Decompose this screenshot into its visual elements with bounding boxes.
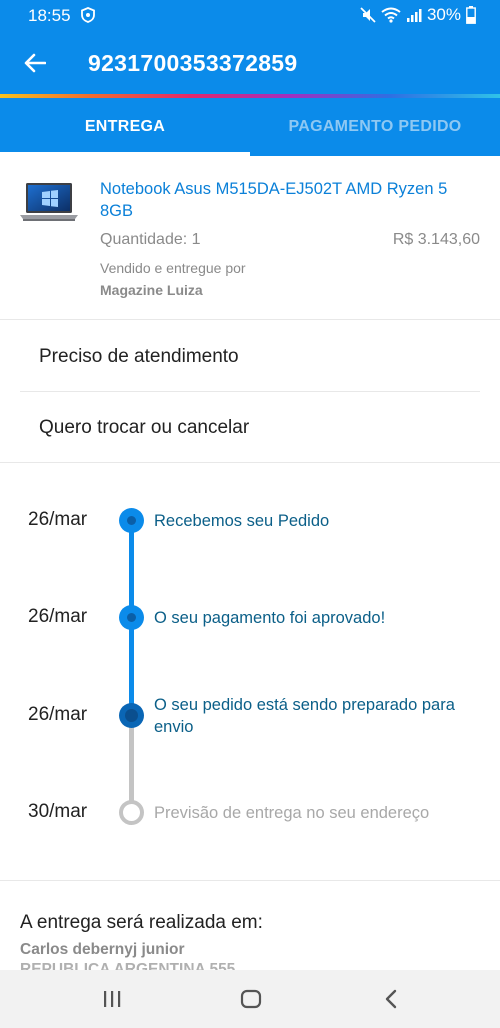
section-divider xyxy=(0,880,500,881)
back-icon xyxy=(385,989,397,1009)
app-bar: 9231700353372859 xyxy=(0,32,500,94)
product-name-link[interactable]: Notebook Asus M515DA-EJ502T AMD Ryzen 5 … xyxy=(100,178,480,222)
battery-icon xyxy=(466,6,476,24)
exchange-or-cancel-label: Quero trocar ou cancelar xyxy=(39,417,250,438)
tab-pagamento-pedido[interactable]: PAGAMENTO PEDIDO xyxy=(250,98,500,156)
order-number-title: 9231700353372859 xyxy=(88,50,298,76)
system-back-button[interactable] xyxy=(371,984,411,1014)
product-thumbnail xyxy=(20,183,78,221)
arrow-left-icon xyxy=(24,53,46,73)
system-nav-bar xyxy=(0,970,500,1028)
back-button[interactable] xyxy=(18,46,52,80)
timeline-step-text: O seu pedido está sendo preparado para e… xyxy=(154,696,455,736)
timeline-step-text: O seu pagamento foi aprovado! xyxy=(154,609,386,627)
timeline-date: 26/mar xyxy=(28,606,88,627)
shield-icon xyxy=(81,7,95,23)
recent-apps-button[interactable] xyxy=(92,984,132,1014)
mute-icon xyxy=(360,7,376,23)
product-quantity: Quantidade: 1 xyxy=(100,231,201,248)
tab-entrega[interactable]: ENTREGA xyxy=(0,98,250,156)
section-divider xyxy=(0,462,500,463)
need-support-button[interactable]: Preciso de atendimento xyxy=(20,322,480,392)
delivery-title: A entrega será realizada em: xyxy=(20,912,263,933)
tab-bar: ENTREGA PAGAMENTO PEDIDO xyxy=(0,98,500,156)
status-bar: 18:55 30% xyxy=(0,0,500,32)
home-button[interactable] xyxy=(231,984,271,1014)
timeline-step-text: Recebemos seu Pedido xyxy=(154,512,330,530)
timeline-step-pending-dot xyxy=(119,800,144,825)
exchange-or-cancel-button[interactable]: Quero trocar ou cancelar xyxy=(20,393,480,463)
need-support-label: Preciso de atendimento xyxy=(39,345,239,367)
timeline-step-done-dot xyxy=(119,605,144,630)
recipient-name: Carlos debernyj junior xyxy=(20,941,185,958)
product-price: R$ 3.143,60 xyxy=(392,231,480,248)
signal-icon xyxy=(406,9,422,22)
timeline-date: 26/mar xyxy=(28,509,88,530)
timeline-date: 26/mar xyxy=(28,704,88,725)
timeline-date: 30/mar xyxy=(28,801,88,822)
seller-name: Magazine Luiza xyxy=(100,282,203,298)
wifi-icon xyxy=(381,7,401,23)
status-time: 18:55 xyxy=(28,6,71,25)
timeline-step-current-dot xyxy=(119,703,144,728)
timeline-step-done-dot xyxy=(119,508,144,533)
home-icon xyxy=(240,989,262,1009)
recent-apps-icon xyxy=(104,991,121,1007)
battery-percent: 30% xyxy=(426,5,461,24)
product-card: Notebook Asus M515DA-EJ502T AMD Ryzen 5 … xyxy=(0,156,500,320)
sold-by-label: Vendido e entregue por xyxy=(100,260,246,276)
timeline-pending-line xyxy=(129,716,134,812)
delivery-address: REPUBLICA ARGENTINA 555 xyxy=(20,961,236,970)
timeline-step-text: Previsão de entrega no seu endereço xyxy=(154,804,430,822)
